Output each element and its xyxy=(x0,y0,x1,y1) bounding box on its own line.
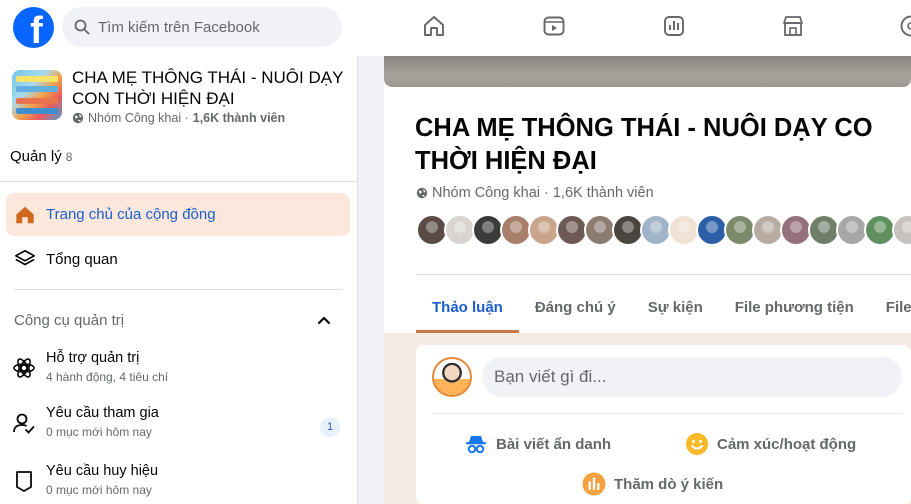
tab-discussion[interactable]: Thảo luận xyxy=(416,282,519,333)
user-avatar[interactable] xyxy=(432,357,472,397)
manage-heading: Quản lý 8 xyxy=(10,148,72,165)
tab-featured[interactable]: Đáng chú ý xyxy=(519,282,632,333)
anonymous-icon xyxy=(466,436,486,454)
action-label: Cảm xúc/hoạt động xyxy=(717,435,857,453)
group-title: CHA MẸ THÔNG THÁI - NUÔI DẠY CO THỜI HIỆ… xyxy=(415,112,911,178)
group-privacy[interactable]: Nhóm Công khai · xyxy=(432,185,549,201)
divider xyxy=(0,181,357,182)
nav-label: Trang chủ của cộng đồng xyxy=(46,206,216,223)
tool-title: Hỗ trợ quản trị xyxy=(46,350,140,366)
anonymous-post-button[interactable]: Bài viết ẩn danh xyxy=(464,432,611,456)
search-input[interactable] xyxy=(98,18,328,36)
globe-icon xyxy=(416,187,428,199)
action-label: Bài viết ẩn danh xyxy=(496,435,612,453)
nav-label: Tổng quan xyxy=(46,250,118,268)
tool-admin-assist[interactable]: Hỗ trợ quản trị 4 hành động, 4 tiêu chí xyxy=(12,350,348,394)
member-avatars[interactable] xyxy=(416,214,911,246)
poll-icon xyxy=(582,472,606,496)
nav-overview[interactable]: Tổng quan xyxy=(6,239,350,279)
admin-tools-title: Công cụ quản trị xyxy=(14,312,125,329)
search-box[interactable] xyxy=(62,7,342,47)
tab-media[interactable]: File phương tiện xyxy=(719,282,870,333)
manage-label: Quản lý xyxy=(10,148,62,165)
marketplace-icon[interactable] xyxy=(780,12,806,40)
admin-assist-icon xyxy=(13,358,35,378)
group-member-count: 1,6K thành viên xyxy=(192,111,286,125)
tool-subtitle: 4 hành động, 4 tiêu chí xyxy=(46,370,169,384)
tool-title: Yêu cầu tham gia xyxy=(46,405,159,421)
group-title-line2: THỜI HIỆN ĐẠI xyxy=(415,147,597,175)
chevron-up-icon[interactable] xyxy=(316,312,332,328)
tool-member-requests[interactable]: Yêu cầu tham gia 0 mục mới hôm nay 1 xyxy=(12,405,348,449)
action-label: Thăm dò ý kiến xyxy=(614,475,724,493)
tool-subtitle: 0 mục mới hôm nay xyxy=(46,483,152,497)
group-privacy: Nhóm Công khai · xyxy=(88,111,189,125)
facebook-logo-icon[interactable]: f xyxy=(13,7,54,48)
group-thumbnail[interactable] xyxy=(12,70,62,120)
group-admin-sidebar: CHA MẸ THÔNG THÁI - NUÔI DẠY CON THỜI HI… xyxy=(0,56,358,504)
divider xyxy=(432,413,902,414)
group-meta: Nhóm Công khai · 1,6K thành viên xyxy=(416,185,654,201)
divider xyxy=(14,289,342,290)
tab-events[interactable]: Sự kiện xyxy=(632,282,719,333)
divider xyxy=(416,274,911,275)
group-member-count[interactable]: 1,6K thành viên xyxy=(553,185,654,201)
layers-icon xyxy=(15,249,35,266)
gaming-icon[interactable] xyxy=(898,12,911,40)
nav-community-home[interactable]: Trang chủ của cộng đồng xyxy=(6,193,350,236)
home-icon xyxy=(16,206,34,223)
globe-icon xyxy=(72,112,84,124)
cover-photo[interactable] xyxy=(384,56,911,87)
manage-count: 8 xyxy=(65,150,73,164)
composer-input[interactable]: Bạn viết gì đi... xyxy=(482,357,902,397)
tool-title: Yêu cầu huy hiệu xyxy=(46,463,159,479)
dashboard-icon[interactable] xyxy=(661,12,687,40)
home-icon[interactable] xyxy=(421,12,447,40)
feeling-activity-button[interactable]: Cảm xúc/hoạt động xyxy=(685,432,856,456)
tool-subtitle: 0 mục mới hôm nay xyxy=(46,425,152,439)
notification-badge: 1 xyxy=(320,417,340,437)
group-main: CHA MẸ THÔNG THÁI - NUÔI DẠY CO THỜI HIỆ… xyxy=(359,56,911,504)
group-meta: Nhóm Công khai · 1,6K thành viên xyxy=(72,111,285,125)
badge-request-icon xyxy=(16,471,32,492)
top-navigation-bar: f xyxy=(0,0,911,56)
video-icon[interactable] xyxy=(541,12,567,40)
member-request-icon xyxy=(13,413,35,434)
poll-button[interactable]: Thăm dò ý kiến xyxy=(582,472,723,496)
group-title-line1: CHA MẸ THÔNG THÁI - NUÔI DẠY CO xyxy=(415,114,873,142)
group-tabs: Thảo luận Đáng chú ý Sự kiện File phương… xyxy=(416,282,911,333)
member-avatar[interactable] xyxy=(892,214,911,246)
group-name[interactable]: CHA MẸ THÔNG THÁI - NUÔI DẠY CON THỜI HI… xyxy=(72,67,352,109)
emoji-icon xyxy=(686,433,708,455)
tool-badge-requests[interactable]: Yêu cầu huy hiệu 0 mục mới hôm nay xyxy=(12,463,348,504)
search-icon xyxy=(74,19,90,35)
tab-files[interactable]: File xyxy=(870,282,911,333)
post-composer: Bạn viết gì đi... Bài viết ẩn danh Cảm x… xyxy=(416,345,911,504)
